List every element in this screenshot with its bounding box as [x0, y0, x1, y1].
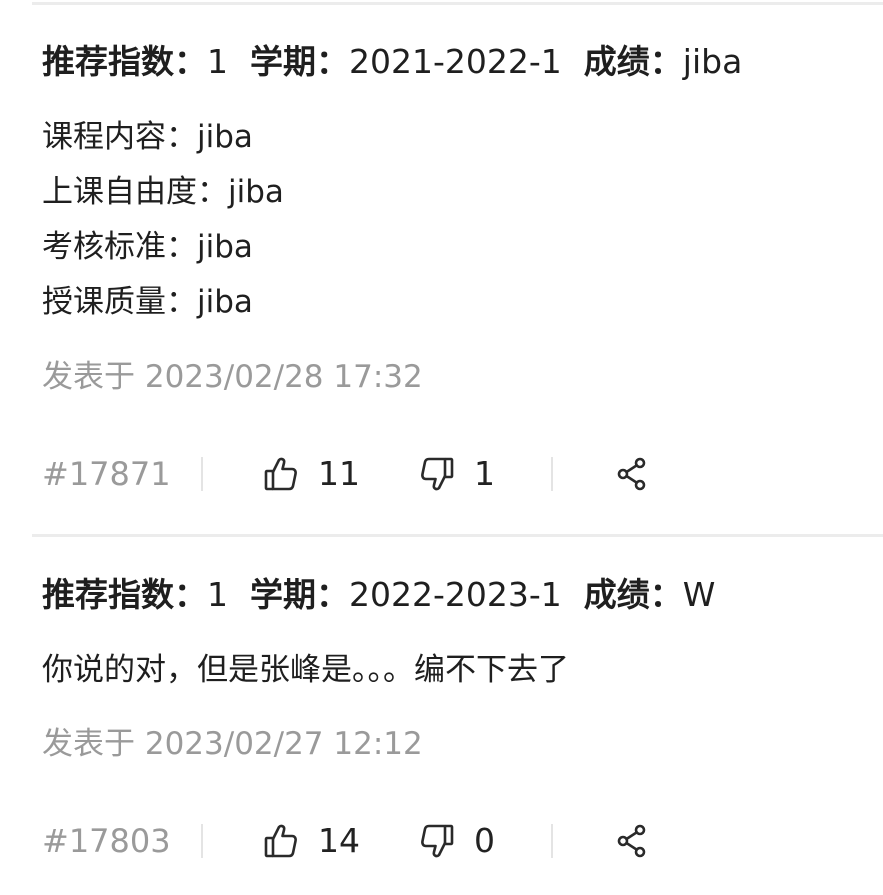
share-icon	[616, 824, 648, 858]
action-bar: #17871 11 1	[42, 452, 883, 496]
top-divider	[32, 2, 883, 5]
review-content-line: 你说的对，但是张峰是。。。编不下去了	[42, 652, 569, 688]
rating-value: 1	[207, 575, 228, 614]
dislike-button[interactable]: 0	[420, 819, 495, 863]
action-separator	[201, 457, 203, 491]
rating-label: 推荐指数：	[42, 575, 207, 614]
thumbs-down-icon	[420, 823, 454, 859]
like-button[interactable]: 11	[264, 452, 360, 496]
grade-label: 成绩：	[583, 575, 683, 614]
dislike-count: 0	[474, 821, 495, 860]
posted-prefix: 发表于	[42, 726, 135, 762]
posted-datetime: 2023/02/27 12:12	[144, 726, 423, 762]
grade-label: 成绩：	[583, 42, 683, 81]
rating-label: 推荐指数：	[42, 42, 207, 81]
share-icon	[616, 457, 648, 491]
action-separator	[551, 824, 553, 858]
review-divider	[32, 534, 883, 537]
review-content-line: 授课质量：jiba	[42, 284, 253, 320]
thumbs-up-icon	[264, 823, 298, 859]
action-separator	[551, 457, 553, 491]
posted-datetime: 2023/02/28 17:32	[144, 359, 423, 395]
thumbs-up-icon	[264, 456, 298, 492]
rating-value: 1	[207, 42, 228, 81]
thumbs-down-icon	[420, 456, 454, 492]
action-bar: #17803 14 0	[42, 819, 883, 863]
grade-value: W	[682, 575, 716, 614]
posted-time: 发表于 2023/02/28 17:32	[42, 357, 423, 397]
action-separator	[201, 824, 203, 858]
review-content-line: 考核标准：jiba	[42, 229, 253, 265]
semester-label: 学期：	[250, 575, 349, 614]
semester-label: 学期：	[250, 42, 349, 81]
review-content-line: 上课自由度：jiba	[42, 174, 284, 210]
review-meta: 推荐指数：1 学期：2021-2022-1 成绩：jiba	[42, 42, 764, 82]
grade-value: jiba	[682, 42, 743, 81]
share-button[interactable]	[616, 819, 648, 863]
share-button[interactable]	[616, 452, 648, 496]
dislike-button[interactable]: 1	[420, 452, 495, 496]
semester-value: 2021-2022-1	[349, 42, 562, 81]
semester-value: 2022-2023-1	[349, 575, 562, 614]
like-count: 11	[318, 454, 360, 493]
review-content-line: 课程内容：jiba	[42, 119, 253, 155]
posted-prefix: 发表于	[42, 359, 135, 395]
posted-time: 发表于 2023/02/27 12:12	[42, 724, 423, 764]
review-meta: 推荐指数：1 学期：2022-2023-1 成绩：W	[42, 575, 737, 615]
post-id[interactable]: #17871	[42, 452, 171, 496]
post-id[interactable]: #17803	[42, 819, 171, 863]
dislike-count: 1	[474, 454, 495, 493]
like-count: 14	[318, 821, 360, 860]
like-button[interactable]: 14	[264, 819, 360, 863]
